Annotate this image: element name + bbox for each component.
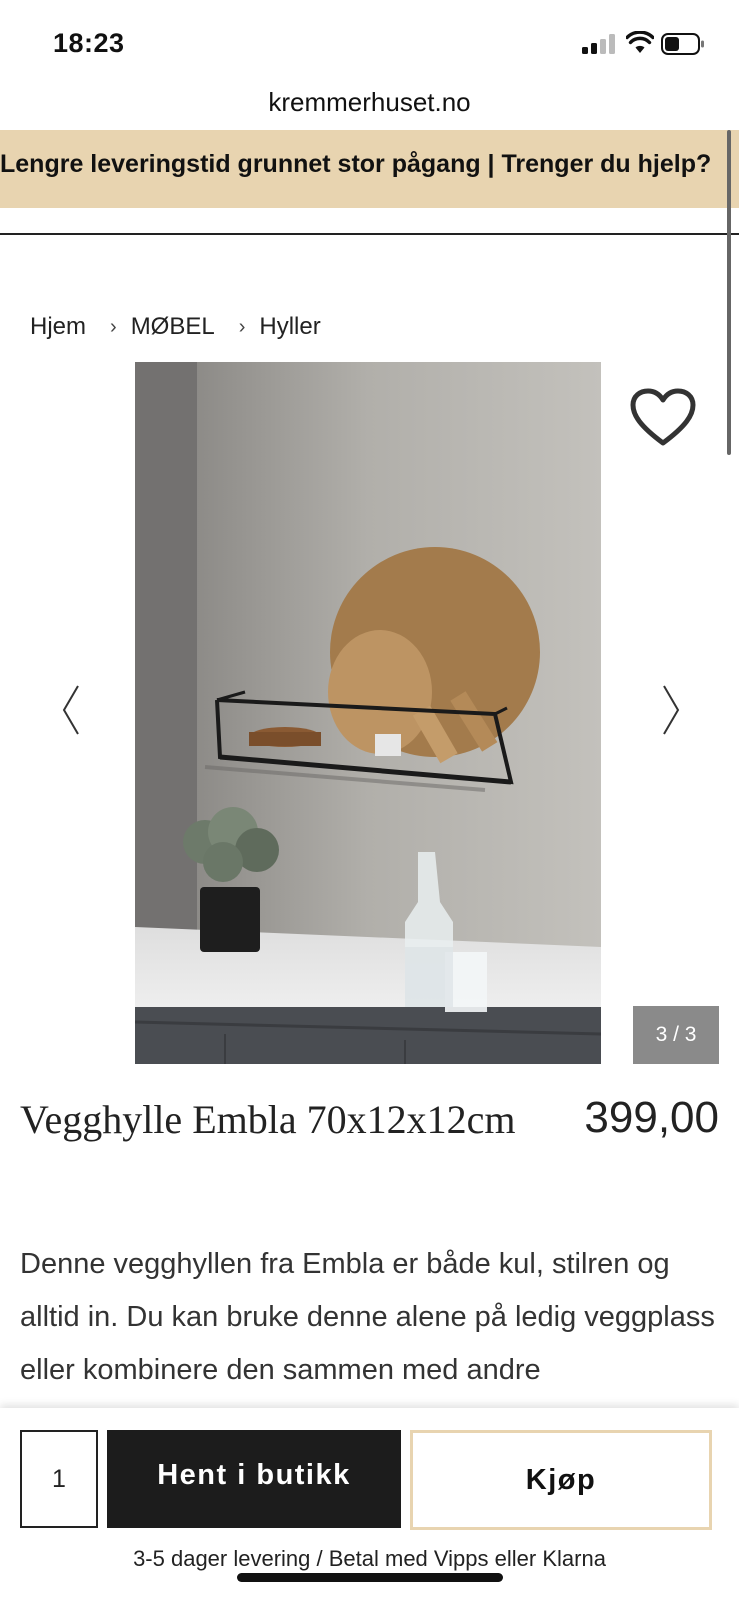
banner-text: Lengre leveringstid grunnet stor pågang … bbox=[0, 150, 712, 178]
signal-bars-icon bbox=[582, 34, 616, 54]
status-time: 18:23 bbox=[53, 28, 125, 58]
breadcrumb: Hjem › MØBEL › Hyller bbox=[30, 310, 321, 344]
quantity-input[interactable]: 1 bbox=[20, 1430, 98, 1528]
header-divider bbox=[0, 233, 739, 235]
breadcrumb-home[interactable]: Hjem bbox=[30, 313, 86, 341]
delivery-info: 3-5 dager levering / Betal med Vipps ell… bbox=[133, 1546, 606, 1571]
image-counter: 3 / 3 bbox=[633, 1006, 719, 1064]
buy-button[interactable]: Kjøp bbox=[410, 1430, 712, 1530]
status-bar: 18:23 bbox=[0, 0, 739, 88]
url-bar[interactable]: kremmerhuset.no bbox=[0, 78, 739, 126]
product-description: Denne vegghyllen fra Embla er både kul, … bbox=[20, 1248, 715, 1386]
chevron-left-icon[interactable] bbox=[56, 680, 86, 740]
chevron-right-icon: › bbox=[110, 315, 117, 338]
announcement-banner: Lengre leveringstid grunnet stor pågang … bbox=[0, 130, 739, 208]
product-image bbox=[135, 362, 601, 1064]
pickup-in-store-button[interactable]: Hent i butikk bbox=[107, 1430, 401, 1528]
chevron-right-icon: › bbox=[238, 315, 246, 338]
chevron-right-icon[interactable] bbox=[656, 680, 686, 740]
product-gallery[interactable]: 3 / 3 bbox=[0, 362, 739, 1064]
wifi-icon bbox=[626, 31, 654, 53]
breadcrumb-mobel[interactable]: MØBEL bbox=[131, 313, 215, 341]
purchase-bar: 1 Hent i butikk Kjøp 3-5 dager levering … bbox=[0, 1408, 739, 1600]
breadcrumb-hyller[interactable]: Hyller bbox=[259, 313, 320, 341]
product-title: Vegghylle Embla 70x12x12cm bbox=[20, 1097, 516, 1142]
product-price: 399,00 bbox=[584, 1093, 719, 1142]
heart-outline-icon[interactable] bbox=[630, 388, 696, 448]
battery-icon bbox=[661, 33, 704, 55]
home-indicator[interactable] bbox=[237, 1573, 503, 1582]
